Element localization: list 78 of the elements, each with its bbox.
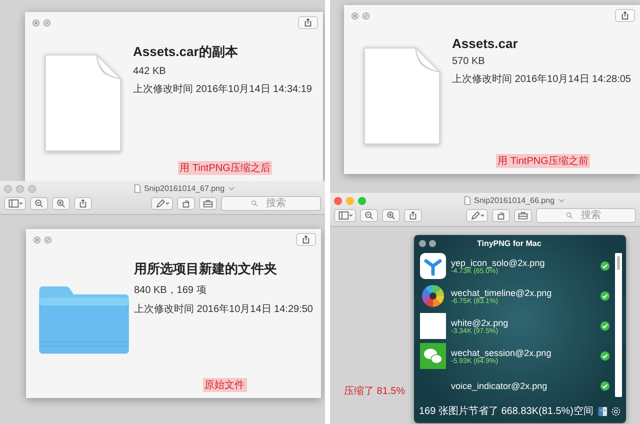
rotate-button[interactable]: [177, 197, 195, 210]
toolbox-icon: [518, 211, 528, 220]
settings-icon[interactable]: [611, 406, 621, 416]
image-file-icon: [464, 196, 471, 205]
close-icon[interactable]: [351, 12, 359, 20]
share-button[interactable]: [404, 209, 422, 222]
file-name: yep_icon_solo@2x.png: [451, 258, 546, 268]
zoom-out-button[interactable]: [30, 197, 48, 210]
rotate-icon: [496, 211, 506, 220]
file-size: 442 KB: [133, 66, 167, 77]
fullscreen-icon[interactable]: [362, 12, 370, 20]
chat-bubbles-icon: [420, 343, 446, 369]
share-icon: [78, 199, 88, 208]
pen-icon: [470, 211, 484, 220]
app-icon: [420, 253, 446, 279]
share-button[interactable]: [298, 16, 318, 29]
share-icon: [408, 211, 418, 220]
sidebar-icon: [8, 199, 22, 208]
file-size: 570 KB: [452, 56, 486, 67]
close-icon[interactable]: [32, 18, 40, 26]
share-icon: [301, 235, 311, 244]
zoom-out-button[interactable]: [360, 209, 378, 222]
face-icon[interactable]: [598, 406, 608, 416]
toolbox-icon: [203, 199, 213, 208]
search-icon: [566, 212, 573, 219]
zoom-in-button[interactable]: [52, 197, 70, 210]
zoom-in-button[interactable]: [382, 209, 400, 222]
modified-date: 上次修改时间 2016年10月14日 14:28:05: [452, 72, 632, 86]
search-field[interactable]: 搜索: [536, 208, 636, 223]
image-file-icon: [134, 184, 141, 193]
share-button[interactable]: [296, 233, 316, 246]
sidebar-button[interactable]: [4, 197, 26, 210]
file-name: Assets.car: [452, 36, 519, 51]
annotation-label: 原始文件: [202, 378, 246, 392]
scrollbar[interactable]: [615, 253, 622, 397]
file-name: wechat_session@2x.png: [451, 348, 552, 358]
color-wheel-icon: [420, 283, 446, 309]
rotate-button[interactable]: [492, 209, 510, 222]
fullscreen-icon[interactable]: [44, 236, 52, 244]
close-button[interactable]: [334, 196, 342, 204]
zoom-in-icon: [386, 211, 396, 220]
share-icon: [620, 11, 630, 20]
window-title: Snip20161014_67.png: [144, 184, 225, 193]
sidebar-icon: [338, 211, 352, 220]
file-size: 840 KB，169 项: [134, 284, 208, 297]
share-button[interactable]: [615, 9, 635, 22]
window-title: TinyPNG for Mac: [477, 238, 542, 248]
toolbox-button[interactable]: [514, 209, 532, 222]
share-icon: [303, 18, 313, 27]
markup-button[interactable]: [151, 197, 173, 210]
toolbox-button[interactable]: [199, 197, 217, 210]
file-name: voice_indicator@2x.png: [451, 381, 548, 391]
fullscreen-icon[interactable]: [43, 18, 51, 26]
summary-text: 169 张图片节省了 668.83K(81.5%)空间: [419, 404, 594, 418]
pen-icon: [154, 199, 170, 208]
close-button[interactable]: [419, 240, 426, 246]
file-name: wechat_timeline@2x.png: [451, 288, 553, 298]
sidebar-button[interactable]: [334, 209, 356, 222]
file-name: white@2x.png: [451, 318, 510, 328]
rotate-icon: [181, 199, 191, 208]
zoom-out-icon: [364, 211, 374, 220]
search-field[interactable]: 搜索: [221, 196, 321, 211]
annotation-label: 压缩了 81.5%: [344, 384, 406, 398]
minimize-button[interactable]: [429, 240, 436, 246]
modified-date: 上次修改时间 2016年10月14日 14:29:50: [134, 302, 314, 316]
zoom-in-icon: [56, 199, 66, 208]
annotation-label: 用 TintPNG压缩之后: [178, 161, 272, 175]
share-button[interactable]: [74, 197, 92, 210]
search-icon: [251, 200, 258, 207]
modified-date: 上次修改时间 2016年10月14日 14:34:19: [133, 82, 313, 96]
blank-image-icon: [420, 313, 446, 339]
file-name: 用所选项目新建的文件夹: [134, 260, 278, 278]
zoom-out-icon: [34, 199, 44, 208]
annotation-label: 用 TintPNG压缩之前: [496, 154, 590, 168]
window-title: Snip20161014_66.png: [474, 196, 555, 205]
close-icon[interactable]: [33, 236, 41, 244]
markup-button[interactable]: [466, 209, 488, 222]
file-name: Assets.car的副本: [133, 43, 239, 61]
